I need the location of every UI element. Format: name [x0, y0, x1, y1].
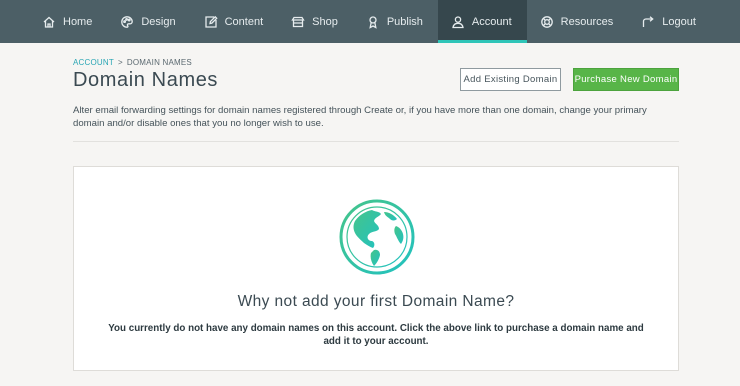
- nav-item-publish[interactable]: Publish: [353, 0, 438, 43]
- nav-item-shop[interactable]: Shop: [278, 0, 353, 43]
- breadcrumb-separator: >: [117, 58, 123, 67]
- empty-state-card: Why not add your first Domain Name? You …: [73, 166, 679, 371]
- palette-icon: [121, 15, 134, 28]
- shop-icon: [291, 16, 305, 27]
- nav-item-label: Shop: [312, 15, 338, 28]
- nav-item-resources[interactable]: Resources: [527, 0, 629, 43]
- empty-state-title: Why not add your first Domain Name?: [237, 293, 515, 310]
- divider: [73, 141, 679, 142]
- nav-item-design[interactable]: Design: [107, 0, 190, 43]
- add-existing-domain-button[interactable]: Add Existing Domain: [460, 68, 561, 91]
- home-icon: [43, 16, 55, 28]
- user-icon: [452, 15, 464, 28]
- breadcrumb-current: DOMAIN NAMES: [126, 58, 192, 67]
- nav-item-home[interactable]: Home: [0, 0, 107, 43]
- nav-item-label: Publish: [386, 15, 423, 28]
- purchase-new-domain-button[interactable]: Purchase New Domain: [573, 68, 679, 91]
- nav-item-account[interactable]: Account: [437, 0, 527, 43]
- nav-item-content[interactable]: Content: [191, 0, 279, 43]
- nav-item-label: Home: [63, 15, 93, 28]
- nav-item-label: Content: [224, 15, 264, 28]
- nav-item-label: Resources: [560, 15, 614, 28]
- nav-item-label: Logout: [662, 15, 696, 28]
- breadcrumb-account-link[interactable]: ACCOUNT: [73, 58, 114, 67]
- logout-icon: [643, 15, 654, 27]
- page-title: Domain Names: [73, 69, 219, 91]
- empty-state-message: You currently do not have any domain nam…: [108, 323, 644, 347]
- edit-icon: [204, 15, 218, 28]
- nav-item-label: Design: [141, 15, 176, 28]
- breadcrumb: ACCOUNT > DOMAIN NAMES: [73, 58, 192, 67]
- page-description: Alter email forwarding settings for doma…: [73, 105, 647, 129]
- publish-icon: [369, 15, 377, 29]
- lifebuoy-icon: [540, 15, 553, 28]
- top-navigation: Home Design Content Shop Publish Account…: [0, 0, 740, 43]
- globe-icon: [339, 199, 415, 275]
- nav-item-logout[interactable]: Logout: [628, 0, 711, 43]
- nav-item-label: Account: [471, 15, 512, 28]
